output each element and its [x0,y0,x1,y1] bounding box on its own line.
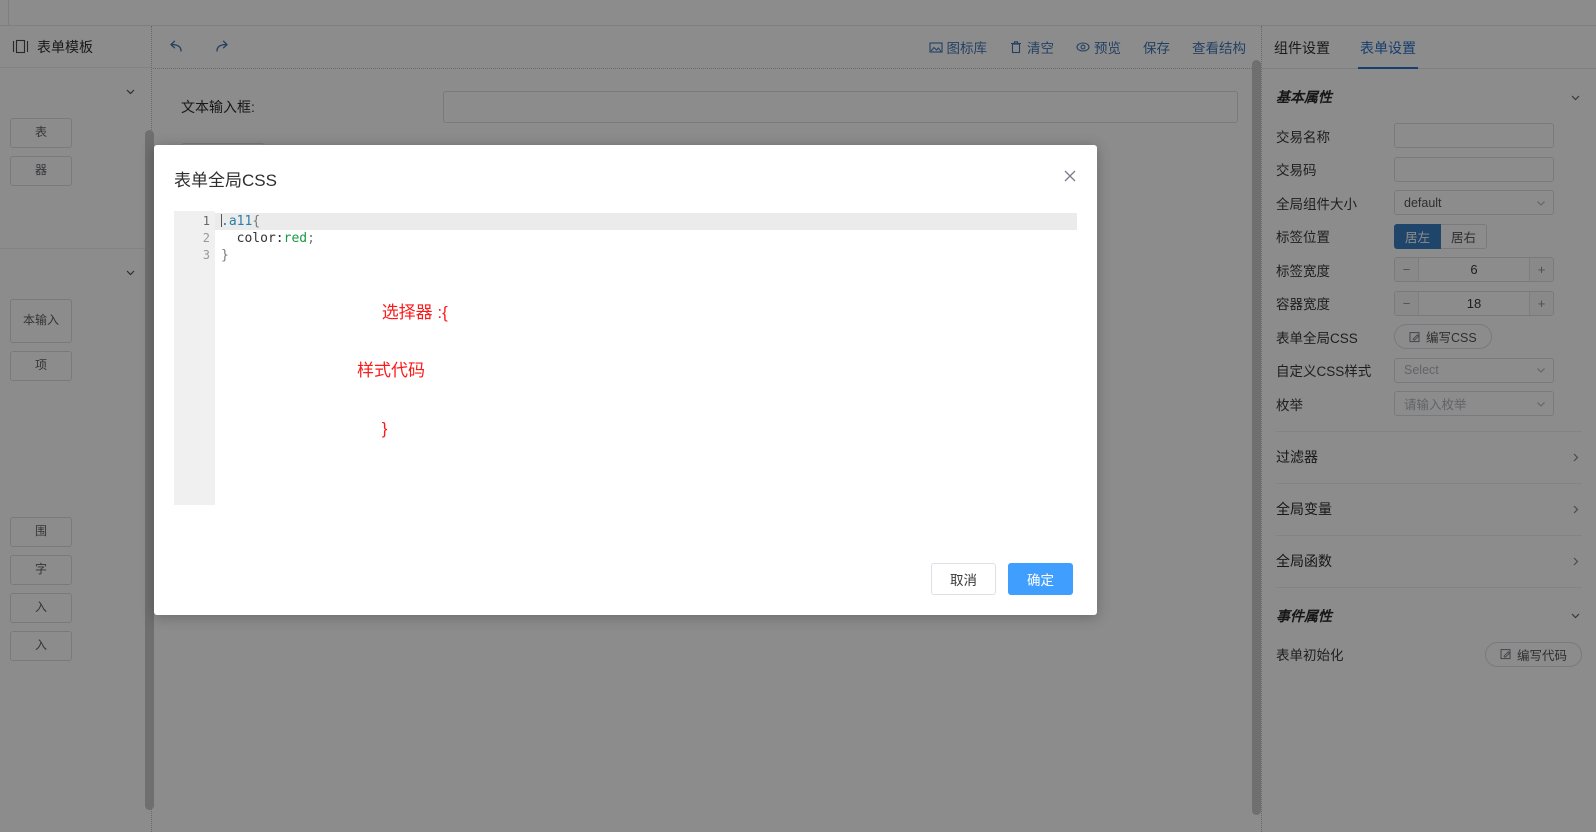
code-line: color:red; [215,230,1077,247]
editor-gutter: 1▼ 2 3 [174,211,222,505]
css-brace-token: } [221,248,229,263]
annotation-line-3: } [381,419,388,438]
modal-body: 1▼ 2 3 .a11{ color:red; } 选择器 :{ 样式代码 } [154,211,1097,505]
annotation-text: 选择器 :{ 样式代码 } [325,269,448,472]
modal-footer: 取消 确定 [154,543,1097,615]
confirm-button[interactable]: 确定 [1008,563,1073,595]
global-css-modal: 表单全局CSS 1▼ 2 3 .a11{ color:red; } [154,145,1097,615]
css-brace-token: { [252,214,261,229]
css-selector-token: .a11 [221,214,253,229]
canvas-vertical-scrollbar[interactable] [1252,60,1261,815]
annotation-line-1: 选择器 :{ [381,303,448,322]
editor-code-area[interactable]: .a11{ color:red; } 选择器 :{ 样式代码 } [215,211,1077,505]
gutter-line-number: 2 [202,231,210,245]
css-value-token: red [283,231,308,246]
cancel-button[interactable]: 取消 [931,563,996,595]
app-root: 表单模板 表 器 本输入 项 围 字 入 入 图标库 清空 预览 保存 查看结构… [0,0,1596,832]
css-code-editor[interactable]: 1▼ 2 3 .a11{ color:red; } 选择器 :{ 样式代码 } [174,211,1077,505]
css-property-token: color: [221,231,284,246]
gutter-line-number: 3 [202,248,210,262]
sidebar-vertical-scrollbar[interactable] [145,130,154,810]
gutter-line-number: 1▼ [174,213,222,230]
code-line: } [215,247,1077,264]
css-semicolon-token: ; [307,231,315,246]
modal-title: 表单全局CSS [174,170,277,190]
close-icon[interactable] [1061,167,1079,185]
code-line: .a11{ [215,213,1077,230]
modal-header: 表单全局CSS [154,145,1097,211]
annotation-line-2: 样式代码 [357,361,425,380]
